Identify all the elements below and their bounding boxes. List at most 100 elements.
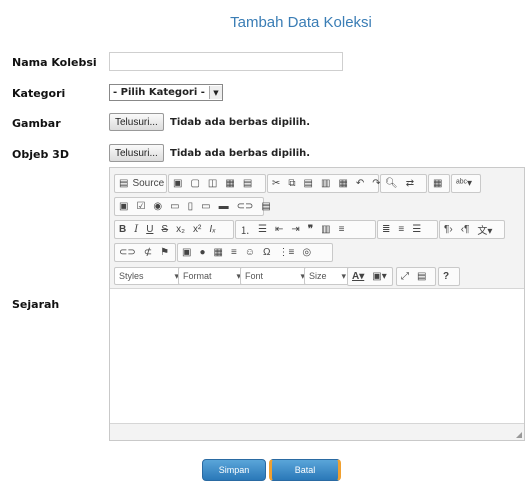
insert-group: ▣ ● ▦ ≡ ☺ Ω ⋮≡ ◎ xyxy=(177,243,333,262)
superscript-icon[interactable]: x² xyxy=(189,221,205,238)
justify-icon[interactable]: ☰ xyxy=(408,221,425,238)
basic-styles-group: B I U S x₂ x² Iₓ xyxy=(114,220,234,239)
bold-icon[interactable]: B xyxy=(115,221,130,238)
align-group: ≣ ≡ ☰ xyxy=(377,220,438,239)
chevron-down-icon: ▾ xyxy=(341,270,346,281)
spellcheck-icon: ᵃᵇᶜ▾ xyxy=(456,178,473,189)
print-icon[interactable]: ▦ xyxy=(221,175,238,192)
source-icon: ▤ xyxy=(119,178,129,189)
font-dropdown[interactable]: Font ▾ xyxy=(240,267,310,285)
smiley-icon[interactable]: ☺ xyxy=(241,244,259,261)
bulleted-list-icon[interactable]: ☰ xyxy=(254,221,271,238)
save-icon[interactable]: ▣ xyxy=(169,175,186,192)
chevron-down-icon: ▼ xyxy=(208,86,222,99)
paste-text-icon[interactable]: ▥ xyxy=(317,175,334,192)
sejarah-label: Sejarah xyxy=(12,298,60,311)
select-field-icon[interactable]: ▭ xyxy=(197,198,214,215)
links-group: ⊂⊃ ⊄ ⚑ xyxy=(114,243,176,262)
select-all-button[interactable]: ▦ xyxy=(428,174,450,193)
objek-3d-file-status: Tidab ada berbas dipilih. xyxy=(170,148,311,159)
page-title: Tambah Data Koleksi xyxy=(230,14,372,31)
iframe-icon[interactable]: ◎ xyxy=(298,244,315,261)
batal-button[interactable]: Batal xyxy=(269,459,341,481)
paste-icon[interactable]: ▤ xyxy=(300,175,317,192)
editor-toolbar: ▤ Source ▣ ▢ ◫ ▦ ▤ ✂ ⧉ ▤ ▥ ▦ ↶ ↷ 🔍︎ ⇄ ▦ … xyxy=(110,168,524,286)
nama-koleksi-label: Nama Kolebsi xyxy=(12,56,97,69)
clipboard-group: ✂ ⧉ ▤ ▥ ▦ ↶ ↷ xyxy=(267,174,381,193)
align-right-icon[interactable]: ≡ xyxy=(394,221,408,238)
hidden-field-icon[interactable]: ▤ xyxy=(257,198,274,215)
anchor-icon[interactable]: ⚑ xyxy=(156,244,173,261)
unlink-icon[interactable]: ⊄ xyxy=(140,244,156,261)
replace-icon[interactable]: ⇄ xyxy=(402,175,418,192)
italic-icon[interactable]: I xyxy=(130,221,142,238)
find-group: 🔍︎ ⇄ xyxy=(380,174,427,193)
bg-color-icon[interactable]: ▣▾ xyxy=(368,268,390,285)
format-dropdown[interactable]: Format ▾ xyxy=(178,267,246,285)
horizontal-line-icon[interactable]: ≡ xyxy=(227,244,241,261)
ltr-icon[interactable]: ¶› xyxy=(440,221,457,238)
cut-icon[interactable]: ✂ xyxy=(268,175,284,192)
remove-format-icon[interactable]: Iₓ xyxy=(205,221,220,238)
templates-icon[interactable]: ▤ xyxy=(239,175,256,192)
find-icon[interactable]: 🔍︎ xyxy=(381,175,402,192)
simpan-button[interactable]: Simpan xyxy=(202,459,266,481)
div-container-icon[interactable]: ▥ xyxy=(317,221,334,238)
radio-icon[interactable]: ◉ xyxy=(149,198,166,215)
copy-icon[interactable]: ⧉ xyxy=(284,175,299,192)
bidi-language-group: ¶› ‹¶ 文▾ xyxy=(439,220,505,239)
gambar-browse-button[interactable]: Telusuri... xyxy=(109,113,164,131)
styles-dropdown[interactable]: Styles ▾ xyxy=(114,267,184,285)
select-all-icon: ▦ xyxy=(433,178,443,189)
about-button[interactable]: ? xyxy=(438,267,460,286)
tools-group: ⤢ ▤ xyxy=(396,267,436,286)
outdent-icon[interactable]: ⇤ xyxy=(271,221,287,238)
flash-icon[interactable]: ● xyxy=(195,244,209,261)
source-button[interactable]: ▤ Source xyxy=(114,174,167,193)
resize-handle-icon[interactable] xyxy=(516,432,522,438)
show-blocks-icon[interactable]: ▤ xyxy=(413,268,430,285)
link-icon[interactable]: ⊂⊃ xyxy=(115,244,140,261)
paste-word-icon[interactable]: ▦ xyxy=(334,175,351,192)
new-page-icon[interactable]: ▢ xyxy=(186,175,203,192)
image-button-icon[interactable]: ⊂⊃ xyxy=(233,198,258,215)
subscript-icon[interactable]: x₂ xyxy=(172,221,189,238)
preview-icon[interactable]: ◫ xyxy=(204,175,221,192)
nama-koleksi-input[interactable] xyxy=(109,52,343,71)
gambar-file-status: Tidab ada berbas dipilih. xyxy=(170,117,311,128)
spellcheck-button[interactable]: ᵃᵇᶜ▾ xyxy=(451,174,481,193)
objek-3d-label: Objeb 3D xyxy=(12,148,69,161)
table-icon[interactable]: ▦ xyxy=(210,244,227,261)
undo-icon[interactable]: ↶ xyxy=(352,175,368,192)
objek-3d-browse-button[interactable]: Telusuri... xyxy=(109,144,164,162)
document-group: ▣ ▢ ◫ ▦ ▤ xyxy=(168,174,266,193)
text-color-icon[interactable]: A▾ xyxy=(348,268,368,285)
special-char-icon[interactable]: Ω xyxy=(259,244,274,261)
gambar-label: Gambar xyxy=(12,117,61,130)
rich-text-editor: ▤ Source ▣ ▢ ◫ ▦ ▤ ✂ ⧉ ▤ ▥ ▦ ↶ ↷ 🔍︎ ⇄ ▦ … xyxy=(109,167,525,441)
kategori-selected-value: - Pilih Kategori - xyxy=(113,87,205,98)
align-left-icon[interactable]: ≡ xyxy=(335,221,349,238)
align-center-icon[interactable]: ≣ xyxy=(378,221,394,238)
blockquote-icon[interactable]: ❞ xyxy=(304,221,317,238)
rtl-icon[interactable]: ‹¶ xyxy=(457,221,474,238)
checkbox-icon[interactable]: ☑ xyxy=(132,198,149,215)
form-elements-group: ▣ ☑ ◉ ▭ ▯ ▭ ▬ ⊂⊃ ▤ xyxy=(114,197,271,216)
kategori-select[interactable]: - Pilih Kategori - ▼ xyxy=(109,84,223,101)
editor-content-area[interactable] xyxy=(110,288,524,424)
indent-icon[interactable]: ⇥ xyxy=(287,221,303,238)
image-icon[interactable]: ▣ xyxy=(178,244,195,261)
help-icon: ? xyxy=(443,271,450,282)
textfield-icon[interactable]: ▭ xyxy=(166,198,183,215)
numbered-list-icon[interactable]: ⒈ xyxy=(236,221,254,238)
page-break-icon[interactable]: ⋮≡ xyxy=(275,244,299,261)
size-dropdown[interactable]: Size ▾ xyxy=(304,267,351,285)
form-icon[interactable]: ▣ xyxy=(115,198,132,215)
maximize-icon[interactable]: ⤢ xyxy=(397,268,413,285)
textarea-icon[interactable]: ▯ xyxy=(184,198,198,215)
colors-group: A▾ ▣▾ xyxy=(347,267,393,286)
button-element-icon[interactable]: ▬ xyxy=(215,198,233,215)
language-icon[interactable]: 文▾ xyxy=(473,221,496,238)
underline-icon[interactable]: U xyxy=(142,221,157,238)
strikethrough-icon[interactable]: S xyxy=(157,221,172,238)
